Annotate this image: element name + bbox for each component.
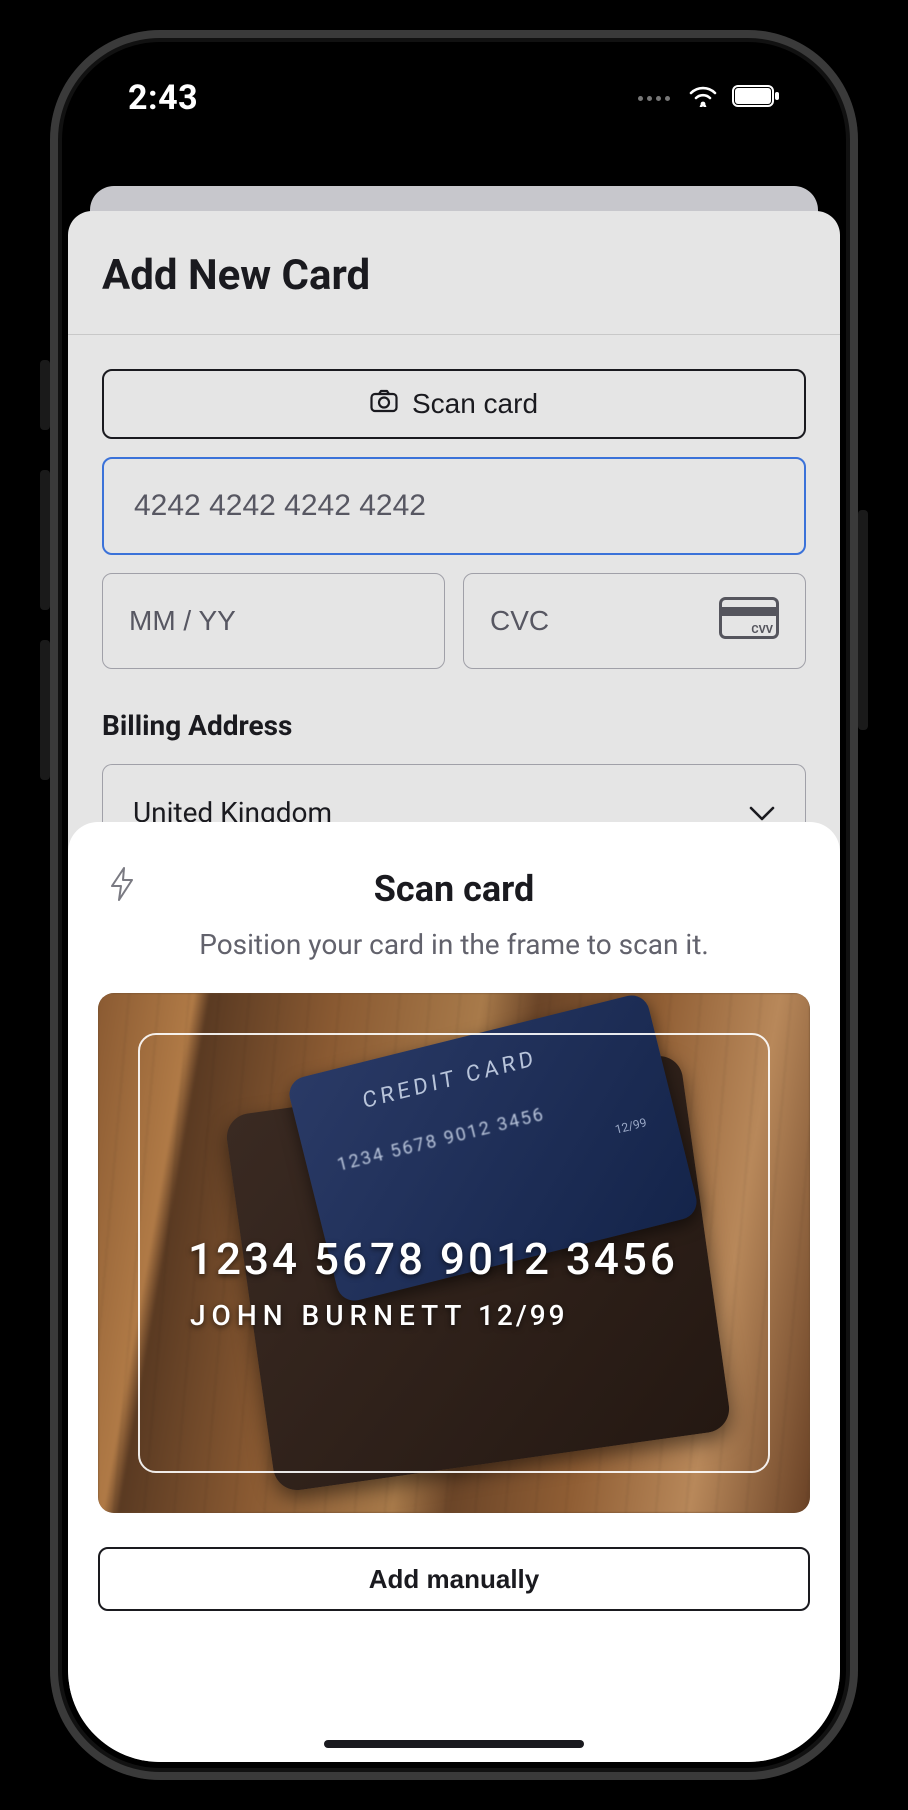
expiry-input[interactable] [129, 605, 418, 637]
phone-side-button [40, 360, 50, 430]
detected-card-name: JOHN BURNETT [190, 1299, 467, 1332]
scan-card-button-label: Scan card [412, 388, 538, 420]
home-indicator[interactable] [324, 1740, 584, 1748]
phone-side-button [40, 470, 50, 610]
scan-sheet-title: Scan card [98, 868, 810, 910]
cellular-dots-icon [638, 96, 670, 101]
detected-card-expiry: 12/99 [478, 1299, 568, 1332]
phone-side-button [858, 510, 868, 730]
camera-icon [370, 388, 398, 420]
svg-text:CVV: CVV [751, 623, 773, 636]
cvc-field[interactable]: CVV [463, 573, 806, 669]
battery-icon [732, 85, 780, 111]
wifi-icon [688, 85, 718, 111]
add-manually-button[interactable]: Add manually [98, 1547, 810, 1611]
lightning-icon[interactable] [108, 866, 136, 906]
expiry-field[interactable] [102, 573, 445, 669]
page-title: Add New Card [102, 251, 806, 300]
status-bar: 2:43 [68, 48, 840, 148]
card-number-input[interactable] [102, 457, 806, 555]
detected-card-number: 1234 5678 9012 3456 [188, 1233, 678, 1285]
phone-side-button [40, 640, 50, 780]
cvc-input[interactable] [490, 605, 719, 637]
billing-address-label: Billing Address [102, 709, 806, 742]
scan-camera-viewport[interactable]: CREDIT CARD 1234 5678 9012 3456 12/99 12… [98, 993, 810, 1513]
scan-card-bottom-sheet: Scan card Position your card in the fram… [68, 822, 840, 1762]
add-card-sheet: Add New Card Scan card [68, 211, 840, 1762]
phone-frame: 2:43 Add New Card [50, 30, 858, 1780]
status-time: 2:43 [128, 78, 198, 118]
add-manually-label: Add manually [369, 1564, 539, 1594]
scan-card-button[interactable]: Scan card [102, 369, 806, 439]
scan-sheet-subtitle: Position your card in the frame to scan … [98, 928, 810, 961]
cvv-card-icon: CVV [719, 597, 779, 646]
